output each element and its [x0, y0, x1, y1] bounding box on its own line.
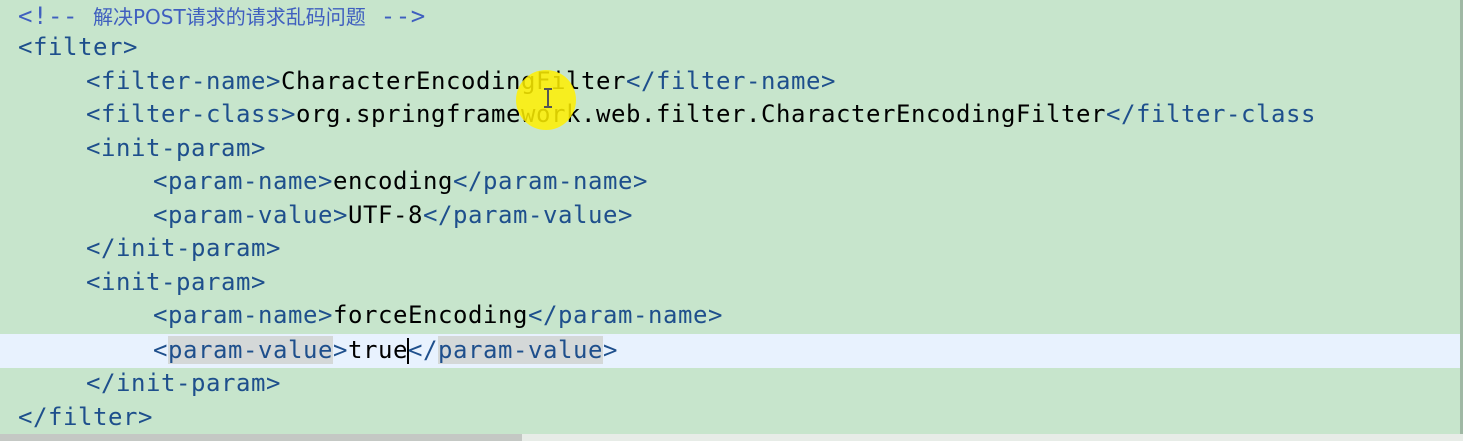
param-name-value: encoding: [333, 167, 453, 196]
filter-class-close-tag: </filter-class: [1105, 100, 1316, 129]
horizontal-scrollbar[interactable]: [0, 434, 1463, 441]
init-param-close-tag: </init-param>: [86, 234, 281, 263]
param-name-open-tag: <param-name>: [153, 301, 333, 330]
editor-line-4: <filter-class>org.springframework.web.fi…: [0, 98, 1463, 132]
editor-line-1: <!-- 解决POST请求的请求乱码问题 -->: [0, 0, 1463, 34]
init-param-open-tag: <init-param>: [86, 133, 266, 162]
editor-line-9: <init-param>: [0, 266, 1463, 300]
tag-bracket: <: [153, 336, 168, 364]
filter-name-open-tag: <filter-name>: [86, 66, 281, 95]
filter-class-open-tag: <filter-class>: [86, 100, 296, 129]
editor-line-5: <init-param>: [0, 132, 1463, 166]
comment-text: 解决POST请求的请求乱码问题: [93, 5, 366, 29]
editor-line-12: </init-param>: [0, 367, 1463, 401]
editor-line-8: </init-param>: [0, 232, 1463, 266]
ibeam-cursor-icon: [544, 88, 552, 108]
param-value-value: true: [348, 336, 408, 364]
comment-close: -->: [365, 2, 426, 30]
param-value-close-tag: </param-value>: [423, 200, 633, 229]
matched-tag-name-open: param-value: [168, 336, 333, 364]
param-name-open-tag: <param-name>: [153, 167, 333, 196]
filter-name-value: CharacterEncodingFilter: [281, 66, 626, 95]
editor-line-2: <filter>: [0, 31, 1463, 65]
filter-class-value: org.springframework.web.filter.Character…: [296, 100, 1106, 129]
param-name-value: forceEncoding: [333, 301, 528, 330]
filter-open-tag: <filter>: [18, 33, 138, 62]
tag-bracket: </: [408, 336, 438, 364]
editor-line-10: <param-name>forceEncoding</param-name>: [0, 299, 1463, 333]
filter-close-tag: </filter>: [18, 402, 153, 431]
comment-open: <!--: [18, 2, 93, 30]
editor-line-6: <param-name>encoding</param-name>: [0, 165, 1463, 199]
tag-bracket: >: [603, 336, 618, 364]
horizontal-scrollbar-thumb[interactable]: [0, 434, 522, 441]
param-value-value: UTF-8: [348, 200, 423, 229]
editor-line-3: <filter-name>CharacterEncodingFilter</fi…: [0, 65, 1463, 99]
init-param-open-tag: <init-param>: [86, 267, 266, 296]
param-value-open-tag: <param-value>: [153, 200, 348, 229]
filter-name-close-tag: </filter-name>: [625, 66, 836, 95]
init-param-close-tag: </init-param>: [86, 369, 281, 398]
tag-bracket: >: [333, 336, 348, 364]
param-name-close-tag: </param-name>: [528, 301, 723, 330]
xml-comment: <!-- 解决POST请求的请求乱码问题 -->: [18, 0, 426, 35]
param-name-close-tag: </param-name>: [453, 167, 648, 196]
code-editor[interactable]: <!-- 解决POST请求的请求乱码问题 --> <filter> <filte…: [0, 0, 1463, 441]
editor-line-13: </filter>: [0, 401, 1463, 435]
matched-tag-name-close: param-value: [438, 336, 603, 364]
editor-line-7: <param-value>UTF-8</param-value>: [0, 199, 1463, 233]
editor-line-11-current: <param-value>true</param-value>: [0, 334, 1463, 368]
